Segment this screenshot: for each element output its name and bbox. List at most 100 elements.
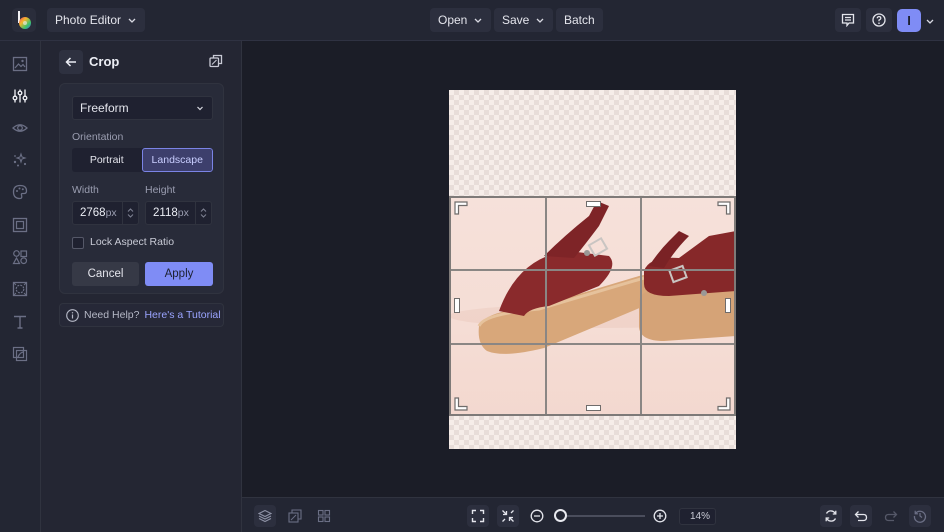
- chevron-down-icon[interactable]: [200, 213, 207, 219]
- height-stepper[interactable]: [195, 202, 211, 224]
- tool-rail: [0, 41, 41, 532]
- zoom-out-button[interactable]: [526, 505, 548, 527]
- open-dropdown[interactable]: Open: [430, 8, 492, 32]
- crop-handle-bottom-right[interactable]: [717, 397, 731, 411]
- crop-grid-line: [640, 198, 642, 414]
- compare-button[interactable]: [284, 505, 306, 527]
- zoom-slider-track[interactable]: [559, 515, 645, 517]
- crop-handle-top[interactable]: [586, 201, 601, 207]
- duplicate-icon[interactable]: [209, 54, 223, 68]
- tutorial-link[interactable]: Here's a Tutorial: [144, 309, 220, 321]
- crop-grid-line: [545, 198, 547, 414]
- reset-button[interactable]: [820, 505, 842, 527]
- panel-title: Crop: [89, 54, 120, 69]
- logo-icon: [18, 11, 31, 29]
- text-icon: [14, 315, 26, 329]
- rail-item-overlays[interactable]: [10, 344, 30, 364]
- crop-grid-line: [451, 269, 734, 271]
- compare-icon: [288, 509, 302, 523]
- palette-icon: [12, 184, 28, 200]
- crop-frame[interactable]: [449, 196, 736, 416]
- width-stepper[interactable]: [122, 202, 138, 224]
- fit-to-screen-button[interactable]: [467, 505, 489, 527]
- save-dropdown[interactable]: Save: [494, 8, 554, 32]
- grid-view-button[interactable]: [313, 505, 335, 527]
- history-icon: [913, 510, 927, 523]
- crop-handle-left[interactable]: [454, 298, 460, 313]
- zoom-percent-input[interactable]: 14%: [679, 508, 716, 525]
- width-unit: px: [105, 207, 117, 219]
- crop-handle-top-left[interactable]: [454, 201, 468, 215]
- app-switcher-dropdown[interactable]: Photo Editor: [47, 8, 146, 32]
- zoom-in-button[interactable]: [649, 505, 671, 527]
- feedback-button[interactable]: [835, 8, 861, 32]
- crop-grid-line: [451, 343, 734, 345]
- crop-handle-top-right[interactable]: [717, 201, 731, 215]
- bottom-toolbar: 14%: [242, 497, 944, 532]
- undo-icon: [854, 511, 868, 522]
- layers-icon: [258, 509, 272, 523]
- overlay-icon: [12, 346, 28, 362]
- arrow-left-icon: [65, 57, 76, 67]
- help-circle-icon: [872, 13, 886, 27]
- rail-item-frames[interactable]: [10, 215, 30, 235]
- redo-icon: [884, 511, 898, 522]
- chevron-down-icon[interactable]: [127, 213, 134, 219]
- orientation-toggle: Portrait Landscape: [72, 148, 213, 172]
- zoom-out-icon: [530, 509, 544, 523]
- account-chevron-down-icon[interactable]: [925, 16, 935, 26]
- info-icon: [66, 308, 79, 322]
- rail-item-artsy[interactable]: [10, 182, 30, 202]
- batch-button[interactable]: Batch: [556, 8, 603, 32]
- user-avatar[interactable]: I: [897, 9, 921, 32]
- crop-preset-select[interactable]: Freeform: [72, 96, 213, 120]
- redo-button[interactable]: [880, 505, 902, 527]
- refresh-icon: [825, 510, 837, 522]
- undo-button[interactable]: [850, 505, 872, 527]
- rail-item-image[interactable]: [10, 54, 30, 74]
- frame-icon: [12, 217, 28, 233]
- save-label: Save: [502, 13, 530, 27]
- eye-icon: [12, 124, 28, 132]
- layers-button[interactable]: [254, 505, 276, 527]
- rail-item-view[interactable]: [10, 118, 30, 138]
- rail-item-text[interactable]: [10, 312, 30, 332]
- height-value: 2118: [153, 207, 178, 219]
- crop-panel: Crop Freeform Orientation Portrait Lands…: [41, 41, 242, 532]
- image-icon: [12, 56, 28, 72]
- rail-item-textures[interactable]: [10, 279, 30, 299]
- height-label: Height: [145, 184, 176, 196]
- lock-aspect-checkbox[interactable]: [72, 237, 84, 249]
- orientation-landscape[interactable]: Landscape: [141, 148, 213, 172]
- artboard-transparent: [449, 90, 736, 449]
- sparkle-effects-icon: [13, 152, 27, 167]
- crop-handle-bottom-left[interactable]: [454, 397, 468, 411]
- rail-item-effects[interactable]: [10, 150, 30, 170]
- width-input[interactable]: 2768 px: [72, 201, 139, 225]
- chevron-down-icon: [536, 18, 544, 23]
- help-button[interactable]: [866, 8, 892, 32]
- app-logo[interactable]: [12, 8, 36, 32]
- help-text: Need Help?: [84, 309, 140, 321]
- app-switcher-label: Photo Editor: [55, 13, 122, 27]
- avatar-initial: I: [907, 13, 911, 28]
- chevron-down-icon: [128, 18, 136, 23]
- back-button[interactable]: [59, 50, 83, 74]
- actual-size-button[interactable]: [497, 505, 519, 527]
- fullscreen-icon: [471, 509, 485, 523]
- shapes-icon: [12, 250, 28, 265]
- lock-aspect-label[interactable]: Lock Aspect Ratio: [90, 236, 174, 248]
- rail-item-graphics[interactable]: [10, 247, 30, 267]
- texture-icon: [12, 281, 28, 297]
- height-input[interactable]: 2118 px: [145, 201, 212, 225]
- orientation-portrait[interactable]: Portrait: [72, 148, 142, 172]
- cancel-button[interactable]: Cancel: [72, 262, 139, 286]
- zoom-slider-thumb[interactable]: [554, 509, 567, 522]
- crop-handle-right[interactable]: [725, 298, 731, 313]
- rail-item-adjustments[interactable]: [10, 86, 30, 106]
- history-button[interactable]: [909, 505, 931, 527]
- apply-button[interactable]: Apply: [145, 262, 213, 286]
- chevron-down-icon: [197, 106, 203, 111]
- canvas-area[interactable]: [242, 41, 944, 497]
- crop-handle-bottom[interactable]: [586, 405, 601, 411]
